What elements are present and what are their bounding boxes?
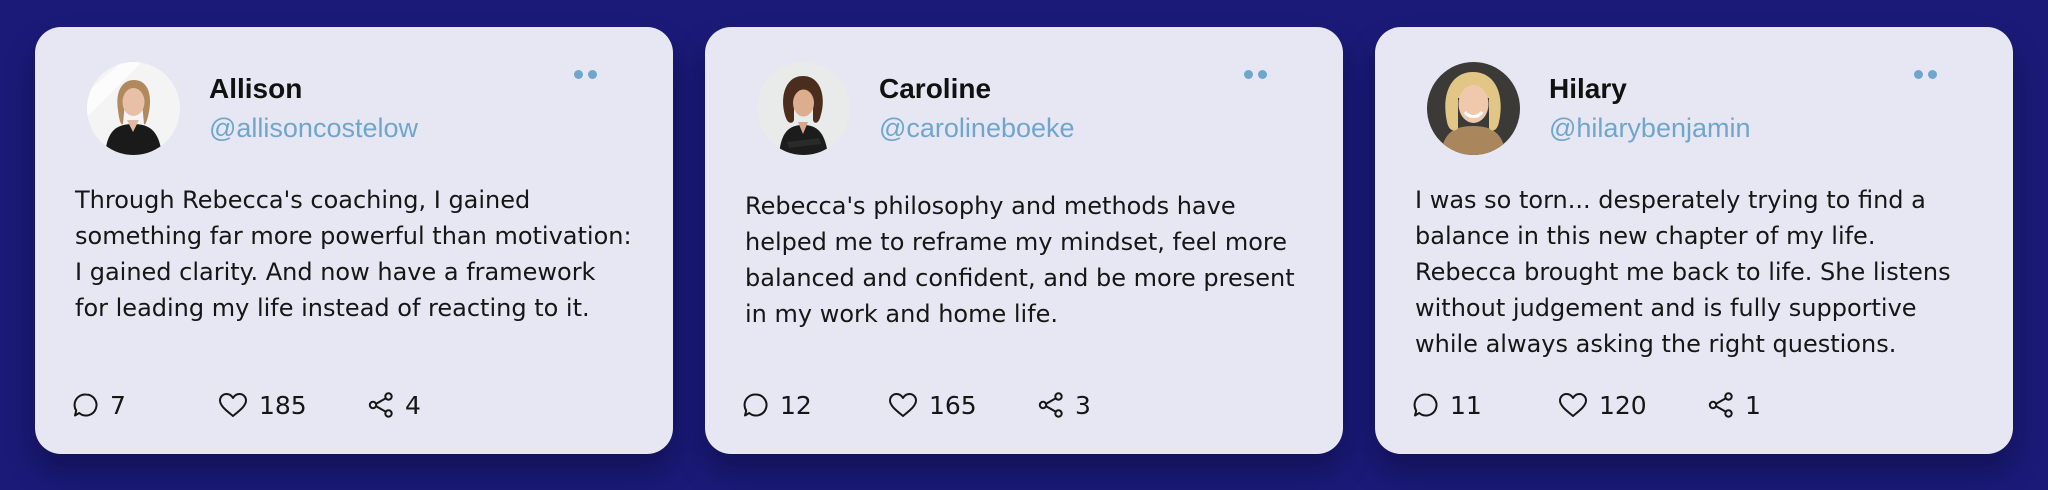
like-button[interactable]: 165 bbox=[888, 387, 977, 423]
share-button[interactable]: 1 bbox=[1708, 387, 1761, 423]
testimonial-card: Caroline @carolineboeke Rebecca's philos… bbox=[705, 27, 1343, 454]
testimonial-card: Allison @allisoncostelow Through Rebecca… bbox=[35, 27, 673, 454]
author-name: Caroline bbox=[879, 73, 992, 104]
testimonial-card: Hilary @hilarybenjamin I was so torn... … bbox=[1375, 27, 2013, 454]
comment-button[interactable]: 12 bbox=[743, 387, 812, 423]
comment-count: 12 bbox=[780, 390, 812, 420]
testimonial-text: I was so torn... desperately trying to f… bbox=[1415, 186, 1951, 358]
share-count: 1 bbox=[1745, 390, 1761, 420]
more-dots-icon[interactable] bbox=[568, 67, 602, 81]
like-button[interactable]: 185 bbox=[218, 387, 307, 423]
avatar-photo bbox=[1427, 62, 1520, 155]
like-count: 120 bbox=[1599, 390, 1647, 420]
heart-icon bbox=[1559, 393, 1587, 417]
share-count: 4 bbox=[405, 390, 421, 420]
author-handle[interactable]: @allisoncostelow bbox=[209, 113, 418, 144]
share-button[interactable]: 4 bbox=[368, 387, 421, 423]
like-count: 165 bbox=[929, 390, 977, 420]
author-handle[interactable]: @hilarybenjamin bbox=[1549, 113, 1751, 144]
author-name: Hilary bbox=[1549, 73, 1627, 104]
avatar bbox=[1427, 62, 1520, 155]
more-dots-icon[interactable] bbox=[1908, 67, 1942, 81]
comment-button[interactable]: 11 bbox=[1413, 387, 1482, 423]
more-dots-icon[interactable] bbox=[1238, 67, 1272, 81]
author-name: Allison bbox=[209, 73, 303, 104]
avatar-photo bbox=[757, 62, 850, 155]
share-button[interactable]: 3 bbox=[1038, 387, 1091, 423]
avatar bbox=[87, 62, 180, 155]
share-icon bbox=[368, 392, 393, 418]
avatar bbox=[757, 62, 850, 155]
comment-icon bbox=[743, 393, 768, 417]
author-handle[interactable]: @carolineboeke bbox=[879, 113, 1075, 144]
avatar-photo bbox=[87, 62, 180, 155]
like-count: 185 bbox=[259, 390, 307, 420]
comment-icon bbox=[73, 393, 98, 417]
share-icon bbox=[1038, 392, 1063, 418]
comment-button[interactable]: 7 bbox=[73, 387, 126, 423]
heart-icon bbox=[889, 393, 917, 417]
share-icon bbox=[1708, 392, 1733, 418]
testimonial-text: Rebecca's philosophy and methods have he… bbox=[745, 192, 1295, 328]
heart-icon bbox=[219, 393, 247, 417]
testimonial-text: Through Rebecca's coaching, I gained som… bbox=[75, 186, 632, 322]
comment-icon bbox=[1413, 393, 1438, 417]
comment-count: 7 bbox=[110, 390, 126, 420]
share-count: 3 bbox=[1075, 390, 1091, 420]
comment-count: 11 bbox=[1450, 390, 1482, 420]
like-button[interactable]: 120 bbox=[1558, 387, 1647, 423]
